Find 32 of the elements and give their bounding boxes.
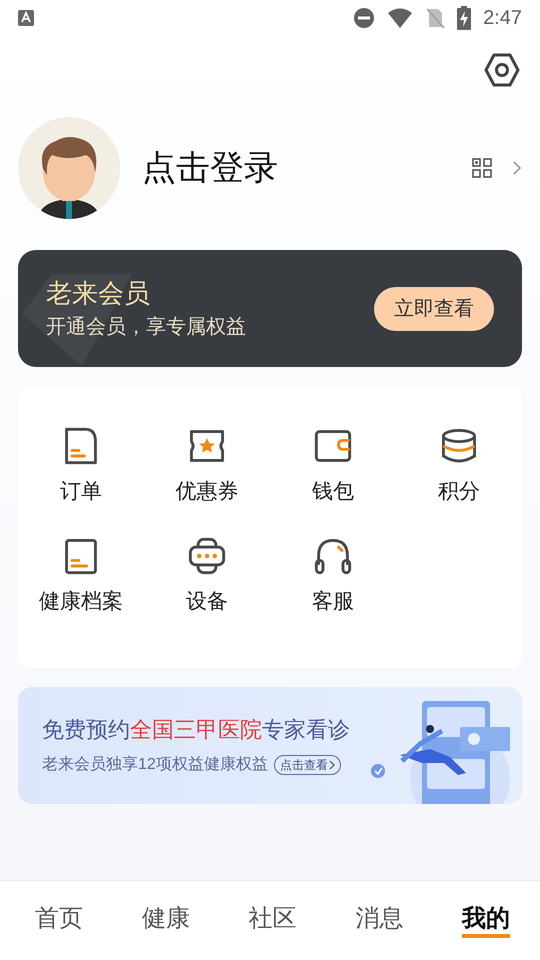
- service-item[interactable]: 客服: [312, 586, 354, 617]
- do-not-disturb-icon: [353, 7, 376, 29]
- chevron-right-icon[interactable]: [512, 160, 522, 176]
- service-item[interactable]: 设备: [186, 586, 228, 617]
- banner-headline: 免费预约全国三甲医院专家看诊: [42, 716, 351, 744]
- tab[interactable]: 社区: [248, 904, 296, 938]
- qr-code-icon[interactable]: [472, 158, 492, 178]
- no-sim-icon: [425, 7, 446, 29]
- settings-icon[interactable]: [484, 52, 520, 88]
- membership-title: 老来会员: [46, 276, 151, 310]
- wifi-icon: [387, 7, 414, 29]
- view-link[interactable]: 点击查看: [274, 754, 341, 774]
- chevron-right-icon: [328, 760, 335, 770]
- tab[interactable]: 健康: [142, 904, 190, 938]
- service-item[interactable]: 优惠券: [176, 476, 238, 508]
- tab[interactable]: 消息: [355, 904, 404, 938]
- service-item[interactable]: 积分: [438, 476, 480, 508]
- membership-subtitle: 开通会员，享专属权益: [46, 314, 246, 340]
- status-time: 2:47: [483, 6, 522, 31]
- battery-charging-icon: [457, 6, 472, 30]
- promo-banner[interactable]: 免费预约全国三甲医院专家看诊 老来会员独享12项权益健康权益 点击查看: [18, 687, 522, 804]
- watch-icon: [187, 536, 227, 576]
- service-item[interactable]: 健康档案: [39, 586, 123, 617]
- tab[interactable]: 我的: [462, 904, 510, 938]
- banner-subtitle: 老来会员独享12项权益健康权益: [42, 754, 268, 774]
- login-prompt[interactable]: 点击登录: [142, 142, 278, 194]
- view-now-button[interactable]: 立即查看: [374, 286, 494, 330]
- tab[interactable]: 首页: [35, 904, 83, 938]
- service-item[interactable]: 订单: [60, 476, 102, 508]
- member-card[interactable]: 老来会员 开通会员，享专属权益 立即查看: [18, 250, 522, 367]
- service-item[interactable]: 钱包: [312, 476, 354, 508]
- keyboard-icon: [18, 10, 34, 26]
